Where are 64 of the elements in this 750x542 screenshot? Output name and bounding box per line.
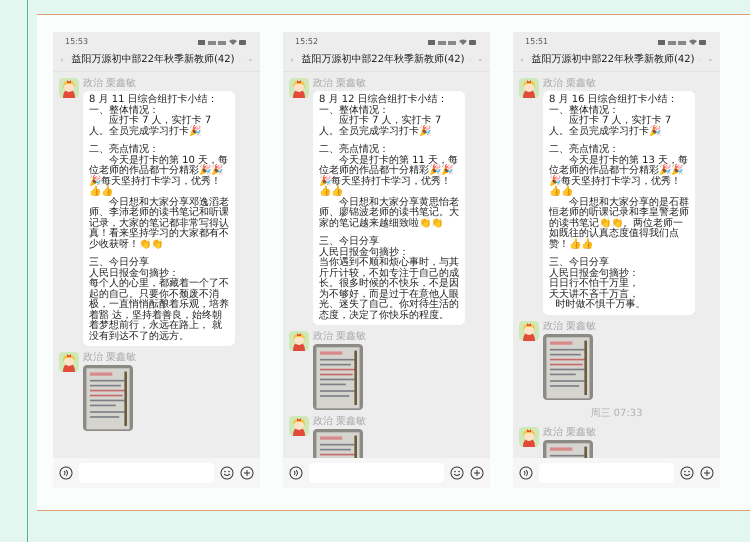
status-time: 15:51 bbox=[525, 36, 548, 48]
emoji-icon[interactable] bbox=[220, 466, 234, 480]
message-text: 8 月 11 日综合组打卡小结： bbox=[89, 95, 219, 105]
message-text: 一、整体情况： bbox=[549, 106, 619, 116]
message-text: 人民日报金句摘抄： bbox=[319, 248, 409, 258]
message-text: 二、亮点情况： bbox=[89, 145, 160, 155]
message-text: 应打卡 7 人，实打卡 7 人。全员完成学习打卡🎉 bbox=[89, 116, 212, 137]
sender-name: 政治 栗鑫敏 bbox=[543, 426, 596, 438]
message-text: 天天讲不吝千万言， bbox=[549, 290, 640, 300]
sender-name: 政治 栗鑫敏 bbox=[83, 352, 136, 363]
avatar-icon[interactable] bbox=[519, 320, 539, 340]
message-text: 应打卡 7 人，实打卡 7 人。全员完成学习打卡🎉 bbox=[319, 116, 442, 137]
message-text: 人民日报金句摘抄： bbox=[549, 268, 640, 278]
status-time: 15:52 bbox=[295, 36, 318, 48]
add-icon[interactable] bbox=[240, 466, 254, 480]
message-text: 今天是打卡的第 10 天，每位老师的作品都十分精彩🎉🎉🎉每天坚持打卡学习，优秀！👍👍 bbox=[89, 156, 229, 197]
avatar-icon[interactable] bbox=[519, 78, 539, 98]
status-icons bbox=[428, 38, 478, 46]
sender-name: 政治 栗鑫敏 bbox=[83, 78, 136, 89]
message-text: 三、今日分享 bbox=[89, 258, 149, 268]
sender-name: 政治 栗鑫敏 bbox=[313, 331, 366, 342]
message-text: 人民日报金句摘抄： bbox=[89, 268, 179, 278]
status-icons bbox=[658, 38, 708, 46]
message-text: 三、今日分享 bbox=[319, 237, 379, 247]
message-time: 周三 07:33 bbox=[590, 406, 642, 420]
message-text: 今日想和大家分享黄思怡老师、廖锦波老师的读书笔记。大家的笔记越来越细致啦👏👏 bbox=[319, 198, 459, 229]
avatar-icon[interactable] bbox=[289, 331, 309, 351]
status-icons bbox=[198, 38, 248, 46]
message-text: 今天是打卡的第 13 天，每位老师的作品都十分精彩🎉🎉🎉每天坚持打卡学习，优秀！👍👍 bbox=[549, 156, 689, 197]
message-text: 今日想和大家分享的是石群恒老师的听课记录和李皇警老师的读书笔记👏👏。两位老师一如既往的认真态度值得我们点赞！👍👍 bbox=[549, 198, 689, 250]
message-text: 今天是打卡的第 11 天，每位老师的作品都十分精彩🎉🎉🎉每天坚持打卡学习，优秀！👍👍 bbox=[319, 156, 459, 197]
sender-name: 政治 栗鑫敏 bbox=[543, 320, 596, 332]
message-text: 应打卡 7 人，实打卡 7 人。全员完成学习打卡🎉 bbox=[549, 116, 672, 137]
message-text: 8 月 16 日综合组打卡小结： bbox=[549, 95, 679, 105]
message-text: 每个人的心里，都藏着一个了不起的自己。只要你不颓废不消极，一直悄悄酝酿着乐观，培养着豁 达，坚持着善良，始终朝着梦想前行，永远在路上， 就没有到达不了的远方。 bbox=[89, 279, 229, 342]
add-icon[interactable] bbox=[470, 466, 484, 480]
message-text: 时时做不惧千万事。 bbox=[554, 300, 646, 310]
sender-name: 政治 栗鑫敏 bbox=[313, 416, 366, 427]
avatar-icon[interactable] bbox=[519, 426, 539, 446]
emoji-icon[interactable] bbox=[450, 466, 464, 480]
chat-title: 益阳万源初中部22年秋季新教师(42) bbox=[531, 52, 695, 67]
message-text: 今日想和大家分享邓逸滔老师、李沛老师的读书笔记和听课记录，大家的笔记都非常写得认真！看来坚持学习的大家都有不少收获呀！👏👏 bbox=[89, 198, 229, 250]
avatar-icon[interactable] bbox=[289, 416, 309, 436]
voice-icon[interactable] bbox=[519, 466, 533, 480]
message-text: 二、亮点情况： bbox=[319, 145, 390, 155]
avatar-icon[interactable] bbox=[59, 352, 79, 372]
voice-icon[interactable] bbox=[59, 466, 73, 480]
message-text: 日日行不怕千万里， bbox=[549, 279, 640, 289]
emoji-icon[interactable] bbox=[680, 466, 694, 480]
sender-name: 政治 栗鑫敏 bbox=[543, 78, 596, 89]
message-text: 8 月 12 日综合组打卡小结： bbox=[319, 95, 449, 105]
message-text: 一、整体情况： bbox=[89, 106, 159, 116]
message-text: 当你遇到不顺和烦心事时，与其斤斤计较，不如专注于自己的成长。很多时候的不快乐，不是因为不够好，而是过于在意他人眼光、迷失了自己。你对待生活的态度，决定了你快乐的程度。 bbox=[319, 258, 459, 321]
voice-icon[interactable] bbox=[289, 466, 303, 480]
add-icon[interactable] bbox=[700, 466, 714, 480]
message-text: 一、整体情况： bbox=[319, 106, 389, 116]
sender-name: 政治 栗鑫敏 bbox=[313, 78, 366, 89]
status-time: 15:53 bbox=[65, 36, 88, 48]
message-text: 三、今日分享 bbox=[549, 258, 609, 268]
chat-title: 益阳万源初中部22年秋季新教师(42) bbox=[301, 52, 465, 67]
avatar-icon[interactable] bbox=[289, 78, 309, 98]
message-text: 二、亮点情况： bbox=[549, 145, 620, 155]
avatar-icon[interactable] bbox=[59, 78, 79, 98]
chat-title: 益阳万源初中部22年秋季新教师(42) bbox=[71, 52, 235, 67]
